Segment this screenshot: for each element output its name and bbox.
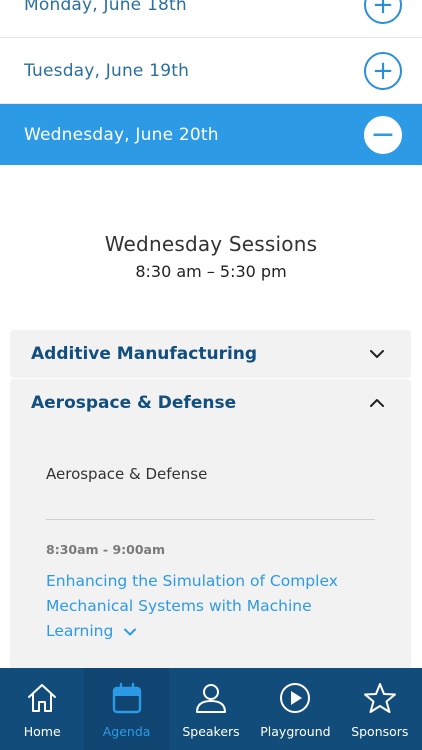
track-body: Aerospace & Defense 8:30am - 9:00am Enha… bbox=[10, 427, 411, 644]
expand-plus-icon[interactable]: + bbox=[364, 51, 402, 90]
calendar-icon bbox=[112, 682, 141, 714]
sessions-title: Wednesday Sessions bbox=[104, 232, 318, 256]
day-label: Monday, June 18th bbox=[24, 0, 187, 15]
track-additive-manufacturing[interactable]: Additive Manufacturing bbox=[10, 330, 411, 378]
session-title[interactable]: Enhancing the Simulation of Complex Mech… bbox=[46, 572, 338, 640]
tab-label: Speakers bbox=[182, 724, 240, 739]
sessions-time: 8:30 am – 5:30 pm bbox=[135, 262, 287, 281]
day-row-monday[interactable]: Monday, June 18th + bbox=[0, 0, 422, 38]
expand-plus-icon[interactable]: + bbox=[364, 0, 402, 24]
session-time: 8:30am - 9:00am bbox=[46, 542, 165, 557]
tab-label: Sponsors bbox=[351, 724, 409, 739]
collapse-minus-icon[interactable]: − bbox=[364, 115, 402, 154]
session-title-link[interactable]: Enhancing the Simulation of Complex Mech… bbox=[46, 569, 375, 644]
day-row-wednesday[interactable]: Wednesday, June 20th − bbox=[0, 104, 422, 165]
tab-playground[interactable]: Playground bbox=[253, 668, 337, 750]
chevron-down-icon[interactable] bbox=[124, 628, 137, 636]
play-icon bbox=[280, 683, 311, 713]
tab-speakers[interactable]: Speakers bbox=[169, 668, 253, 750]
home-icon bbox=[28, 684, 57, 712]
sessions-header: Wednesday Sessions 8:30 am – 5:30 pm bbox=[0, 232, 422, 281]
tab-home[interactable]: Home bbox=[0, 668, 84, 750]
track-aerospace-defense[interactable]: Aerospace & Defense Aerospace & Defense … bbox=[10, 379, 411, 679]
tab-label: Home bbox=[23, 724, 61, 739]
day-row-tuesday[interactable]: Tuesday, June 19th + bbox=[0, 38, 422, 104]
person-icon bbox=[196, 684, 227, 713]
track-header[interactable]: Additive Manufacturing bbox=[10, 330, 411, 378]
track-title: Additive Manufacturing bbox=[31, 344, 258, 364]
tab-agenda[interactable]: Agenda bbox=[84, 668, 169, 750]
chevron-down-icon[interactable] bbox=[369, 346, 385, 362]
track-header[interactable]: Aerospace & Defense bbox=[10, 379, 411, 427]
chevron-up-icon[interactable] bbox=[369, 395, 385, 411]
day-label: Tuesday, June 19th bbox=[24, 60, 190, 81]
tab-bar: Home Agenda Speakers Playground Sponsors bbox=[0, 668, 422, 750]
tab-sponsors[interactable]: Sponsors bbox=[338, 668, 422, 750]
track-description: Aerospace & Defense bbox=[46, 427, 375, 520]
day-label: Wednesday, June 20th bbox=[24, 124, 219, 145]
tab-label: Agenda bbox=[102, 724, 151, 739]
tab-label: Playground bbox=[260, 724, 331, 739]
track-title: Aerospace & Defense bbox=[31, 393, 237, 413]
star-icon bbox=[363, 683, 396, 713]
